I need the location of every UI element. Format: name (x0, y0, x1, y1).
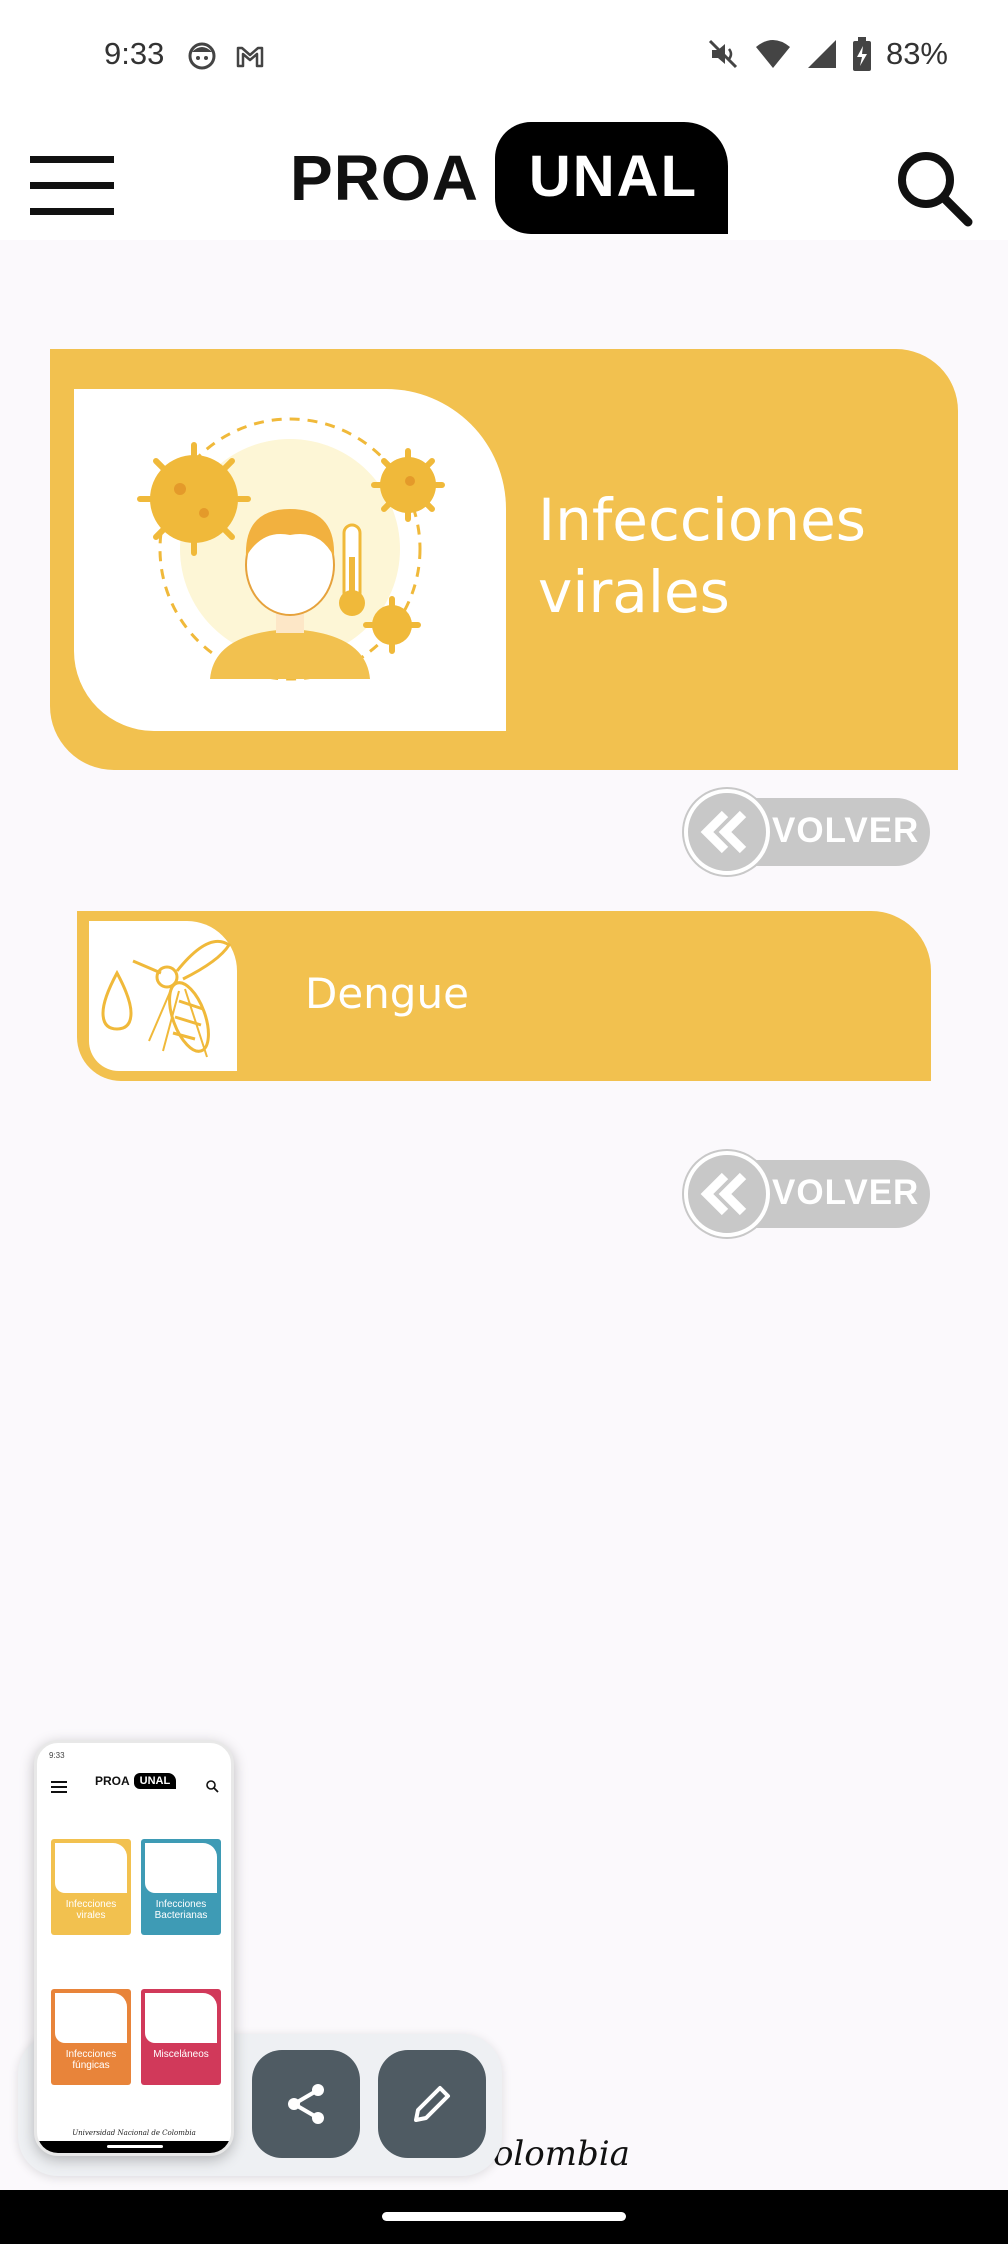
logo-text-proa: PROA (290, 142, 479, 214)
screenshot-thumbnail[interactable]: 9:33 PROA UNAL Infecciones virales Infec… (34, 1740, 234, 2156)
hamburger-icon[interactable] (30, 156, 114, 216)
home-gesture-handle[interactable] (382, 2212, 626, 2221)
volver-label: VOLVER (772, 811, 920, 850)
share-button[interactable] (252, 2050, 360, 2158)
thumb-tile-fungicas: Infecciones fúngicas (51, 1989, 131, 2085)
edit-button[interactable] (378, 2050, 486, 2158)
volver-label: VOLVER (772, 1173, 920, 1212)
list-item-label: Dengue (305, 969, 469, 1018)
thumb-nav-bar (37, 2141, 231, 2153)
status-time: 9:33 (104, 36, 165, 71)
category-title-line1: Infecciones (538, 486, 867, 554)
mute-icon (708, 39, 738, 69)
search-icon[interactable] (892, 146, 974, 228)
thumb-logo-proa: PROA (95, 1774, 130, 1788)
sick-child-virus-illustration (74, 389, 506, 731)
category-title: Infecciones virales (538, 484, 866, 628)
logo-text-unal: UNAL (494, 122, 728, 234)
thumb-status-time: 9:33 (49, 1751, 65, 1760)
wifi-icon (755, 40, 790, 68)
signal-icon (807, 40, 836, 68)
edit-pencil-icon (414, 2086, 450, 2122)
thumb-logo-unal: UNAL (133, 1773, 177, 1789)
category-header-card: Infecciones virales (50, 349, 958, 770)
mosquito-drop-icon (89, 921, 237, 1071)
thumb-hamburger-icon (51, 1781, 67, 1793)
thumb-tile-virales: Infecciones virales (51, 1839, 131, 1935)
thumb-tile-label: Misceláneos (153, 2049, 209, 2060)
volver-button-bottom[interactable]: VOLVER (684, 1151, 930, 1237)
status-bar: 9:33 83% (0, 0, 1008, 116)
thumb-tile-bacterianas: Infecciones Bacterianas (141, 1839, 221, 1935)
app-header: PROA UNAL (0, 116, 1008, 240)
category-title-line2: virales (538, 558, 730, 626)
thumb-tile-label: Infecciones virales (65, 1899, 117, 1921)
thumb-tile-label: Infecciones fúngicas (65, 2049, 117, 2071)
battery-percent: 83% (885, 36, 948, 71)
thumb-tile-miscelaneos: Misceláneos (141, 1989, 221, 2085)
gmail-icon (236, 46, 264, 68)
list-item-dengue[interactable]: Dengue (77, 911, 931, 1081)
face-icon (188, 42, 216, 70)
status-right-icons: 83% (706, 36, 948, 72)
battery-charging-icon (852, 37, 871, 71)
double-chevron-left-icon (684, 789, 770, 875)
thumb-footer: Universidad Nacional de Colombia (72, 2129, 196, 2137)
thumb-search-icon (206, 1780, 219, 1793)
share-icon (288, 2084, 324, 2124)
thumb-logo: PROA UNAL (95, 1773, 177, 1789)
double-chevron-left-icon (684, 1151, 770, 1237)
thumb-tile-label: Infecciones Bacterianas (154, 1899, 208, 1921)
proa-unal-logo[interactable]: PROA UNAL (290, 122, 728, 234)
system-nav-bar (0, 2190, 1008, 2244)
volver-button-top[interactable]: VOLVER (684, 789, 930, 875)
